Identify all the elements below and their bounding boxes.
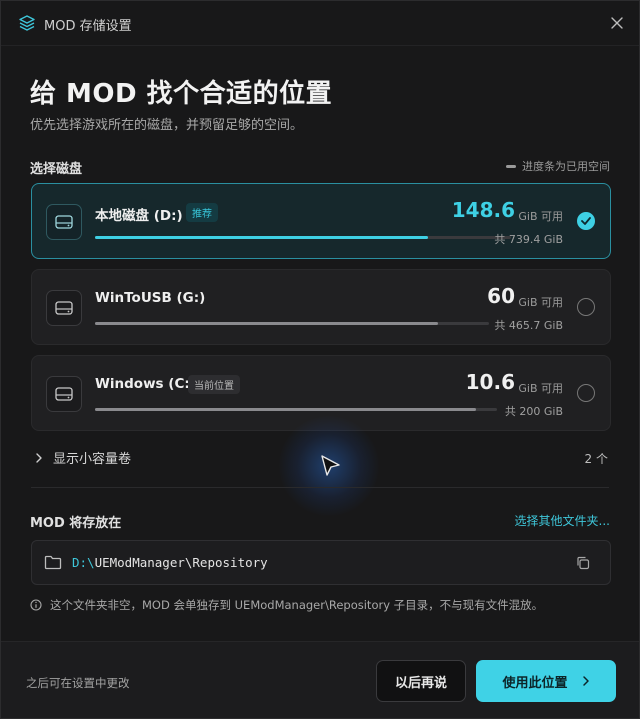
layers-icon (19, 15, 35, 31)
disk-free-unit: GiB 可用 (518, 382, 563, 395)
usage-bar (95, 322, 489, 325)
store-location-label: MOD 将存放在 (30, 516, 122, 531)
radio-selected[interactable] (577, 212, 595, 230)
disk-name: WinToUSB (G:) (95, 290, 206, 306)
disk-total: 共 200 GiB (504, 405, 563, 418)
recommend-badge: 推荐 (186, 203, 218, 222)
usage-bar (95, 408, 497, 411)
usage-bar-fill (95, 408, 476, 411)
footer-note: 之后可在设置中更改 (26, 676, 130, 690)
small-volumes-count: 2 个 (584, 452, 608, 466)
usage-bar-fill (95, 322, 438, 325)
page-title: 给 MOD 找个合适的位置 (30, 79, 333, 109)
disk-free-unit: GiB 可用 (518, 210, 563, 223)
path-info-text: 这个文件夹非空，MOD 会单独存到 UEModManager\Repositor… (50, 598, 544, 612)
section-divider (31, 487, 609, 488)
path-rest: UEModManager\Repository (94, 555, 268, 570)
radio-unselected[interactable] (577, 384, 595, 402)
chevron-right-icon (582, 676, 589, 686)
drive-icon (46, 376, 82, 412)
use-location-button[interactable]: 使用此位置 (476, 660, 616, 702)
radio-unselected[interactable] (577, 298, 595, 316)
window-title: MOD 存储设置 (44, 19, 132, 34)
disk-free-value: 148.6 (451, 198, 515, 222)
dialog-window: MOD 存储设置 给 MOD 找个合适的位置 优先选择游戏所在的磁盘，并预留足够… (0, 0, 640, 719)
info-icon (30, 599, 42, 611)
dialog-footer: 之后可在设置中更改 以后再说 使用此位置 (1, 641, 639, 718)
disk-free-value: 10.6 (465, 370, 515, 394)
drive-icon (46, 204, 82, 240)
drive-icon (46, 290, 82, 326)
disk-total: 共 739.4 GiB (494, 233, 563, 246)
disk-free-unit: GiB 可用 (518, 296, 563, 309)
check-icon (581, 217, 591, 225)
disk-name: 本地磁盘 (D:) (95, 208, 183, 224)
path-text: D:\UEModManager\Repository (72, 555, 268, 570)
path-drive: D:\ (72, 555, 95, 570)
usage-bar-fill (95, 236, 428, 239)
choose-other-folder-link[interactable]: 选择其他文件夹... (515, 512, 610, 529)
copy-icon[interactable] (576, 556, 590, 570)
current-location-badge: 当前位置 (188, 375, 240, 394)
usage-legend: 进度条为已用空间 (506, 158, 610, 174)
disk-section-label: 选择磁盘 (30, 162, 83, 177)
legend-text: 进度条为已用空间 (522, 160, 610, 173)
show-small-volumes-label: 显示小容量卷 (53, 452, 132, 467)
disk-card-g[interactable]: WinToUSB (G:) 60 GiB 可用 共 465.7 GiB (31, 269, 611, 345)
disk-card-c[interactable]: Windows (C:) 当前位置 10.6 GiB 可用 共 200 GiB (31, 355, 611, 431)
show-small-volumes-toggle[interactable]: 显示小容量卷 (35, 448, 131, 467)
use-location-label: 使用此位置 (502, 675, 568, 691)
later-button[interactable]: 以后再说 (376, 660, 466, 702)
disk-card-d[interactable]: 本地磁盘 (D:) 推荐 148.6 GiB 可用 共 739.4 GiB (31, 183, 611, 259)
folder-icon (44, 555, 62, 570)
path-display: D:\UEModManager\Repository (31, 540, 611, 585)
usage-bar (95, 236, 511, 239)
path-info-note: 这个文件夹非空，MOD 会单独存到 UEModManager\Repositor… (30, 597, 543, 613)
disk-name: Windows (C:) (95, 376, 196, 392)
title-bar: MOD 存储设置 (1, 1, 639, 46)
mouse-cursor-icon (321, 455, 340, 476)
legend-swatch (506, 164, 516, 168)
close-icon[interactable] (609, 15, 625, 31)
disk-free-value: 60 (487, 284, 515, 308)
page-subtitle: 优先选择游戏所在的磁盘，并预留足够的空间。 (30, 118, 304, 133)
chevron-right-icon (36, 452, 42, 463)
disk-total: 共 465.7 GiB (494, 319, 563, 332)
